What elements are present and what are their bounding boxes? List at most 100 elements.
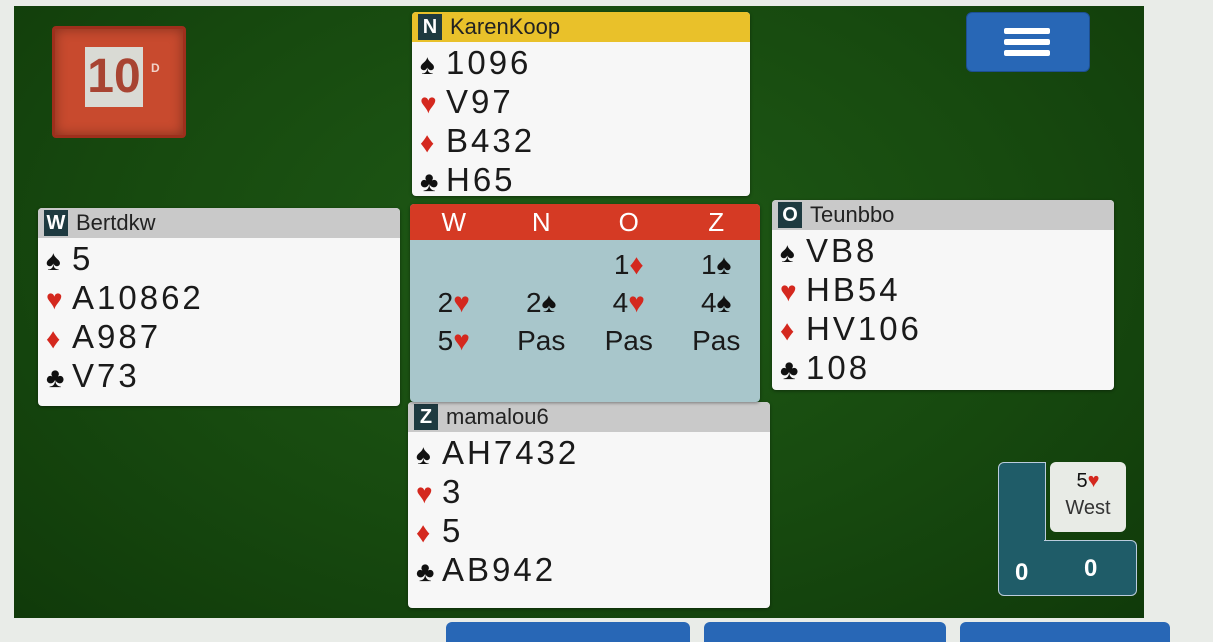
- bidding-box: W N O Z 1♦ 1♠ 2♥ 2♠ 4♥ 4♠ 5♥ Pas Pas Pas: [410, 204, 760, 402]
- heart-icon: ♥: [420, 88, 437, 119]
- heart-icon: ♥: [453, 325, 470, 356]
- bid-cell: 4♥: [585, 284, 673, 322]
- north-clubs[interactable]: ♣ H65: [420, 161, 742, 196]
- south-header: Z mamalou6: [408, 402, 770, 432]
- bid-level: 5: [437, 325, 454, 356]
- north-hearts[interactable]: ♥ V97: [420, 83, 742, 122]
- west-player-name: Bertdkw: [76, 210, 156, 235]
- south-hearts[interactable]: ♥ 3: [416, 473, 762, 512]
- east-clubs[interactable]: ♣ 108: [780, 349, 1106, 388]
- bid-level: 1: [613, 249, 630, 280]
- bottom-button-1[interactable]: [446, 622, 690, 642]
- east-hand: O Teunbbo ♠ VB8 ♥ HB54 ♦ HV106 ♣ 108: [772, 200, 1114, 390]
- score-left: 0: [1015, 559, 1029, 586]
- bid-cell: 1♠: [673, 246, 761, 284]
- east-diamonds[interactable]: ♦ HV106: [780, 310, 1106, 349]
- bid-col-north: N: [531, 207, 551, 237]
- north-diamonds-cards: B432: [446, 122, 536, 159]
- spade-icon: ♠: [541, 287, 557, 318]
- contract-level: 5: [1076, 470, 1088, 492]
- south-diamonds[interactable]: ♦ 5: [416, 512, 762, 551]
- east-header: O Teunbbo: [772, 200, 1114, 230]
- west-seat-label: W: [44, 210, 68, 236]
- club-icon: ♣: [780, 354, 799, 385]
- diamond-icon: ♦: [420, 127, 435, 158]
- west-diamonds[interactable]: ♦ A987: [46, 318, 392, 357]
- menu-button[interactable]: [966, 12, 1090, 72]
- west-clubs[interactable]: ♣ V73: [46, 357, 392, 396]
- spade-icon: ♠: [716, 287, 732, 318]
- south-hearts-cards: 3: [442, 473, 464, 510]
- east-seat-label: O: [778, 202, 802, 228]
- menu-icon-bar: [1004, 50, 1050, 56]
- east-hearts[interactable]: ♥ HB54: [780, 271, 1106, 310]
- west-clubs-cards: V73: [72, 357, 140, 394]
- menu-icon-bar: [1004, 39, 1050, 45]
- east-clubs-cards: 108: [806, 349, 871, 386]
- north-spades[interactable]: ♠ 1096: [420, 44, 742, 83]
- south-clubs-cards: AB942: [442, 551, 557, 588]
- east-diamonds-cards: HV106: [806, 310, 922, 347]
- west-spades-cards: 5: [72, 240, 94, 277]
- dealer-indicator: D: [151, 61, 160, 75]
- south-clubs[interactable]: ♣ AB942: [416, 551, 762, 590]
- south-hand: Z mamalou6 ♠ AH7432 ♥ 3 ♦ 5 ♣ AB942: [408, 402, 770, 608]
- bidding-header: W N O Z: [410, 204, 760, 240]
- contract-display: 5♥ West: [1050, 462, 1126, 532]
- west-hand: W Bertdkw ♠ 5 ♥ A10862 ♦ A987 ♣ V73: [38, 208, 400, 406]
- score-panel-left: 0: [998, 462, 1046, 596]
- contract-bid: 5♥: [1050, 470, 1126, 493]
- east-spades[interactable]: ♠ VB8: [780, 232, 1106, 271]
- spade-icon: ♠: [420, 49, 435, 80]
- west-spades[interactable]: ♠ 5: [46, 240, 392, 279]
- diamond-icon: ♦: [780, 315, 795, 346]
- bid-cell: [498, 246, 586, 284]
- north-spades-cards: 1096: [446, 44, 532, 81]
- menu-icon: [1004, 28, 1050, 34]
- south-player-name: mamalou6: [446, 404, 549, 429]
- diamond-icon: ♦: [416, 517, 431, 548]
- spade-icon: ♠: [46, 245, 61, 276]
- bid-level: 4: [701, 287, 717, 318]
- heart-icon: ♥: [780, 276, 797, 307]
- bid-col-east: O: [618, 207, 639, 237]
- diamond-icon: ♦: [629, 249, 644, 280]
- bid-col-west: W: [441, 207, 467, 237]
- bid-cell: Pas: [673, 322, 761, 360]
- north-hearts-cards: V97: [446, 83, 514, 120]
- club-icon: ♣: [416, 556, 435, 587]
- bid-cell: 2♠: [498, 284, 586, 322]
- heart-icon: ♥: [416, 478, 433, 509]
- bid-cell: 1♦: [585, 246, 673, 284]
- bid-cell: Pas: [498, 322, 586, 360]
- north-diamonds[interactable]: ♦ B432: [420, 122, 742, 161]
- bid-cell: 4♠: [673, 284, 761, 322]
- bid-cell: 2♥: [410, 284, 498, 322]
- bottom-button-2[interactable]: [704, 622, 946, 642]
- bid-level: Pas: [604, 325, 653, 356]
- east-player-name: Teunbbo: [810, 202, 895, 227]
- bid-cell: [410, 246, 498, 284]
- west-diamonds-cards: A987: [72, 318, 162, 355]
- north-clubs-cards: H65: [446, 161, 516, 196]
- heart-icon: ♥: [453, 287, 470, 318]
- spade-icon: ♠: [416, 439, 431, 470]
- bid-cell: 5♥: [410, 322, 498, 360]
- heart-icon: ♥: [628, 287, 645, 318]
- north-header: N KarenKoop: [412, 12, 750, 42]
- heart-icon: ♥: [1087, 470, 1100, 492]
- west-header: W Bertdkw: [38, 208, 400, 238]
- bid-cell: Pas: [585, 322, 673, 360]
- bid-level: 2: [437, 287, 454, 318]
- west-hearts[interactable]: ♥ A10862: [46, 279, 392, 318]
- west-hearts-cards: A10862: [72, 279, 204, 316]
- bottom-button-3[interactable]: [960, 622, 1170, 642]
- south-spades[interactable]: ♠ AH7432: [416, 434, 762, 473]
- bid-level: 2: [526, 287, 542, 318]
- south-seat-label: Z: [414, 404, 438, 430]
- north-player-name: KarenKoop: [450, 14, 561, 39]
- east-hearts-cards: HB54: [806, 271, 901, 308]
- spade-icon: ♠: [716, 249, 732, 280]
- board-number-badge: 10 D: [52, 26, 186, 138]
- club-icon: ♣: [46, 362, 65, 393]
